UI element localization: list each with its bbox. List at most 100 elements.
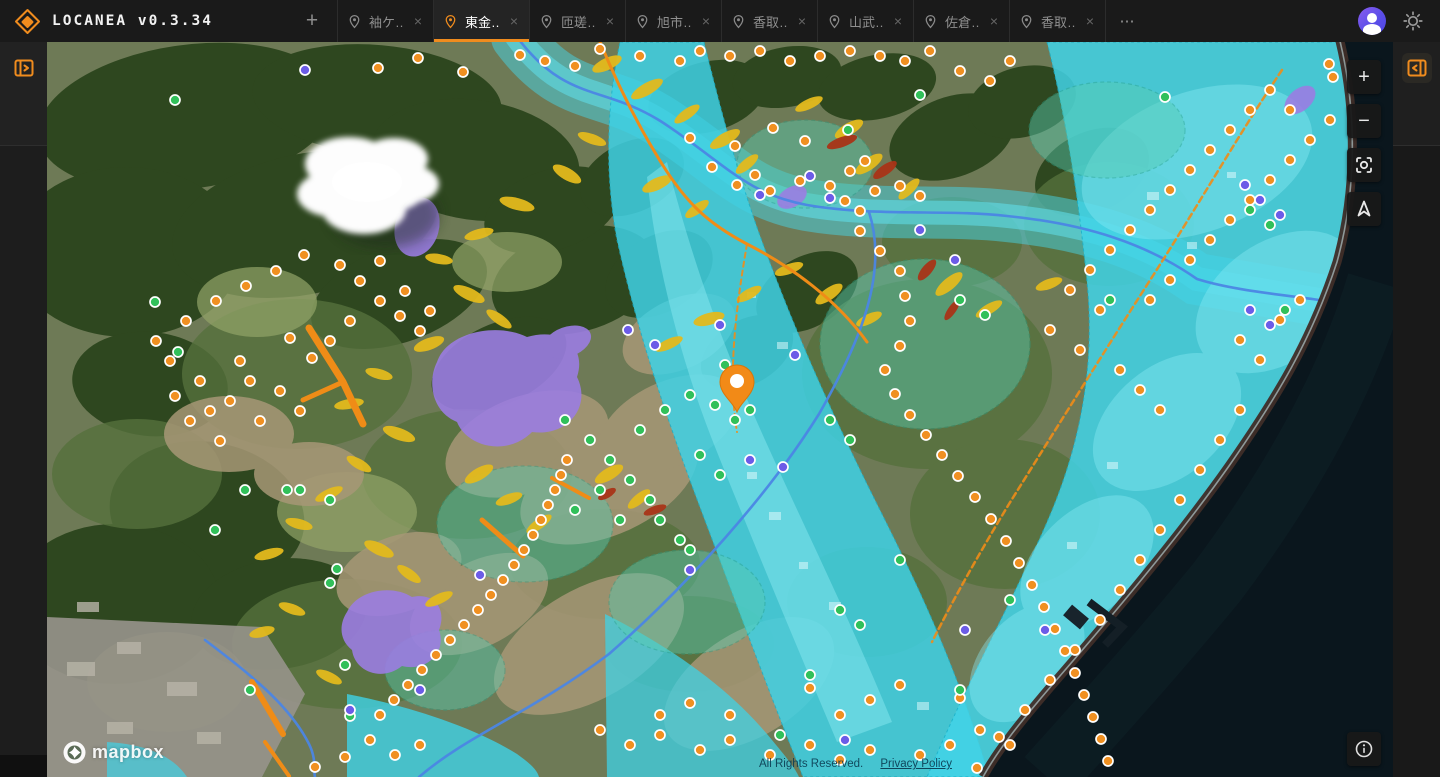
poi-marker[interactable] bbox=[985, 76, 995, 86]
poi-marker[interactable] bbox=[325, 495, 335, 505]
poi-marker[interactable] bbox=[645, 495, 655, 505]
poi-marker[interactable] bbox=[925, 46, 935, 56]
poi-marker[interactable] bbox=[1060, 646, 1070, 656]
poi-marker[interactable] bbox=[170, 95, 180, 105]
map-canvas[interactable] bbox=[47, 42, 1393, 777]
poi-marker[interactable] bbox=[845, 435, 855, 445]
poi-marker[interactable] bbox=[340, 660, 350, 670]
poi-marker[interactable] bbox=[765, 186, 775, 196]
poi-marker[interactable] bbox=[519, 545, 529, 555]
poi-marker[interactable] bbox=[295, 485, 305, 495]
poi-marker[interactable] bbox=[945, 740, 955, 750]
poi-marker[interactable] bbox=[980, 310, 990, 320]
poi-marker[interactable] bbox=[373, 63, 383, 73]
poi-marker[interactable] bbox=[1079, 690, 1089, 700]
poi-marker[interactable] bbox=[1235, 405, 1245, 415]
poi-marker[interactable] bbox=[655, 730, 665, 740]
poi-marker[interactable] bbox=[395, 311, 405, 321]
poi-marker[interactable] bbox=[1105, 245, 1115, 255]
poi-marker[interactable] bbox=[550, 485, 560, 495]
poi-marker[interactable] bbox=[905, 410, 915, 420]
poi-marker[interactable] bbox=[1165, 275, 1175, 285]
poi-marker[interactable] bbox=[1103, 756, 1113, 766]
tab-close-icon[interactable]: × bbox=[412, 12, 424, 30]
poi-marker[interactable] bbox=[285, 333, 295, 343]
poi-marker[interactable] bbox=[895, 181, 905, 191]
locate-button[interactable] bbox=[1347, 148, 1381, 182]
poi-marker[interactable] bbox=[730, 141, 740, 151]
poi-marker[interactable] bbox=[413, 53, 423, 63]
poi-marker[interactable] bbox=[755, 46, 765, 56]
poi-marker[interactable] bbox=[860, 156, 870, 166]
poi-marker[interactable] bbox=[1096, 734, 1106, 744]
poi-marker[interactable] bbox=[1070, 668, 1080, 678]
poi-marker[interactable] bbox=[1265, 175, 1275, 185]
poi-marker[interactable] bbox=[655, 710, 665, 720]
poi-marker[interactable] bbox=[1328, 72, 1338, 82]
poi-marker[interactable] bbox=[1160, 92, 1170, 102]
poi-marker[interactable] bbox=[785, 56, 795, 66]
poi-marker[interactable] bbox=[1245, 305, 1255, 315]
poi-marker[interactable] bbox=[845, 46, 855, 56]
poi-marker[interactable] bbox=[340, 752, 350, 762]
poi-marker[interactable] bbox=[1001, 536, 1011, 546]
poi-marker[interactable] bbox=[570, 61, 580, 71]
poi-marker[interactable] bbox=[960, 625, 970, 635]
poi-marker[interactable] bbox=[1014, 558, 1024, 568]
poi-marker[interactable] bbox=[475, 570, 485, 580]
tab-2[interactable]: 匝瑳…× bbox=[530, 0, 626, 42]
poi-marker[interactable] bbox=[715, 320, 725, 330]
poi-marker[interactable] bbox=[975, 725, 985, 735]
poi-marker[interactable] bbox=[241, 281, 251, 291]
poi-marker[interactable] bbox=[915, 191, 925, 201]
tab-6[interactable]: 佐倉…× bbox=[914, 0, 1010, 42]
poi-marker[interactable] bbox=[1005, 740, 1015, 750]
poi-marker[interactable] bbox=[173, 347, 183, 357]
poi-marker[interactable] bbox=[1285, 155, 1295, 165]
tab-3[interactable]: 旭市…× bbox=[626, 0, 722, 42]
poi-marker[interactable] bbox=[895, 341, 905, 351]
poi-marker[interactable] bbox=[1145, 295, 1155, 305]
poi-marker[interactable] bbox=[1205, 235, 1215, 245]
poi-marker[interactable] bbox=[880, 365, 890, 375]
poi-marker[interactable] bbox=[625, 475, 635, 485]
poi-marker[interactable] bbox=[325, 336, 335, 346]
poi-marker[interactable] bbox=[1285, 105, 1295, 115]
poi-marker[interactable] bbox=[255, 416, 265, 426]
poi-marker[interactable] bbox=[431, 650, 441, 660]
poi-marker[interactable] bbox=[560, 415, 570, 425]
poi-marker[interactable] bbox=[403, 680, 413, 690]
poi-marker[interactable] bbox=[840, 196, 850, 206]
poi-marker[interactable] bbox=[805, 740, 815, 750]
poi-marker[interactable] bbox=[415, 740, 425, 750]
poi-marker[interactable] bbox=[725, 710, 735, 720]
expand-left-panel-button[interactable] bbox=[9, 53, 39, 83]
poi-marker[interactable] bbox=[282, 485, 292, 495]
poi-marker[interactable] bbox=[635, 425, 645, 435]
poi-marker[interactable] bbox=[730, 415, 740, 425]
poi-marker[interactable] bbox=[915, 225, 925, 235]
poi-marker[interactable] bbox=[210, 525, 220, 535]
poi-marker[interactable] bbox=[710, 400, 720, 410]
poi-marker[interactable] bbox=[375, 296, 385, 306]
poi-marker[interactable] bbox=[345, 316, 355, 326]
poi-marker[interactable] bbox=[275, 386, 285, 396]
poi-marker[interactable] bbox=[473, 605, 483, 615]
poi-marker[interactable] bbox=[1275, 210, 1285, 220]
poi-marker[interactable] bbox=[325, 578, 335, 588]
poi-marker[interactable] bbox=[425, 306, 435, 316]
poi-marker[interactable] bbox=[994, 732, 1004, 742]
poi-marker[interactable] bbox=[675, 535, 685, 545]
poi-marker[interactable] bbox=[695, 450, 705, 460]
poi-marker[interactable] bbox=[685, 390, 695, 400]
poi-marker[interactable] bbox=[185, 416, 195, 426]
poi-marker[interactable] bbox=[307, 353, 317, 363]
poi-marker[interactable] bbox=[509, 560, 519, 570]
poi-marker[interactable] bbox=[825, 415, 835, 425]
poi-marker[interactable] bbox=[695, 745, 705, 755]
poi-marker[interactable] bbox=[417, 665, 427, 675]
poi-marker[interactable] bbox=[299, 250, 309, 260]
poi-marker[interactable] bbox=[805, 670, 815, 680]
tab-close-icon[interactable]: × bbox=[604, 12, 616, 30]
poi-marker[interactable] bbox=[335, 260, 345, 270]
